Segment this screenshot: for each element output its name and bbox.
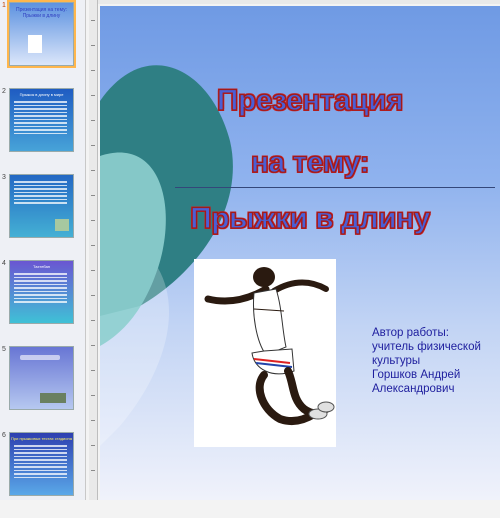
thumbnail-title: Тахтебан — [32, 264, 51, 269]
thumbnail-title: Прыжок в длину в мире — [19, 92, 64, 97]
thumbnail-slide-2[interactable]: 2 Прыжок в длину в мире — [0, 88, 85, 174]
slide-number: 3 — [2, 174, 6, 181]
slides-thumbnail-pane[interactable]: 1 Презентация на тему: Прыжки в длину 2 … — [0, 0, 86, 500]
thumbnail-image — [55, 219, 69, 231]
slide-thumbnail[interactable]: Презентация на тему: Прыжки в длину — [7, 0, 76, 68]
slide-number: 1 — [2, 2, 6, 9]
slide-canvas[interactable]: Презентация на тему: Прыжки в длину Авто… — [100, 6, 500, 500]
thumbnail-slide-6[interactable]: 6 При прыжковых тестах стадиона — [0, 432, 85, 518]
slide-thumbnail[interactable] — [9, 346, 74, 410]
slide-number: 4 — [2, 260, 6, 267]
horizontal-ruler — [97, 0, 500, 4]
slide-thumbnail[interactable]: При прыжковых тестах стадиона — [9, 432, 74, 496]
thumbnail-title: Презентация на тему: Прыжки в длину — [16, 7, 67, 19]
author-name-line-1: Горшков Андрей — [372, 369, 461, 381]
author-textbox[interactable]: Автор работы: учитель физической культур… — [372, 326, 498, 396]
long-jump-athlete-image[interactable] — [194, 259, 336, 447]
thumbnail-image — [40, 393, 66, 403]
title-divider — [175, 187, 495, 188]
author-position-line-2: культуры — [372, 355, 421, 367]
title-line-3[interactable]: Прыжки в длину — [185, 201, 435, 236]
title-line-1[interactable]: Презентация — [195, 83, 425, 118]
author-position-line-1: учитель физической — [372, 341, 481, 353]
thumbnail-slide-5[interactable]: 5 — [0, 346, 85, 432]
thumbnail-text-lines — [14, 101, 67, 136]
thumbnail-text-lines — [14, 445, 67, 480]
author-label: Автор работы: — [372, 327, 449, 339]
slide-number: 6 — [2, 432, 6, 439]
thumbnail-title: При прыжковых тестах стадиона — [11, 436, 72, 441]
thumbnail-slide-1[interactable]: 1 Презентация на тему: Прыжки в длину — [0, 0, 85, 88]
author-name-line-2: Александрович — [372, 383, 455, 395]
thumbnail-text-lines — [14, 273, 67, 305]
thumbnail-text-lines — [14, 181, 67, 206]
vertical-ruler — [89, 0, 98, 500]
slide-thumbnail[interactable]: Тахтебан — [9, 260, 74, 324]
athlete-illustration — [204, 267, 335, 426]
slide-thumbnail[interactable] — [9, 174, 74, 238]
slide-thumbnail[interactable]: Прыжок в длину в мире — [9, 88, 74, 152]
title-line-2[interactable]: на тему: — [195, 145, 425, 180]
thumbnail-shape — [20, 355, 60, 360]
thumbnail-slide-4[interactable]: 4 Тахтебан — [0, 260, 85, 346]
thumbnail-slide-3[interactable]: 3 — [0, 174, 85, 260]
slide-number: 5 — [2, 346, 6, 353]
thumbnail-image — [28, 35, 42, 53]
slide-number: 2 — [2, 88, 6, 95]
